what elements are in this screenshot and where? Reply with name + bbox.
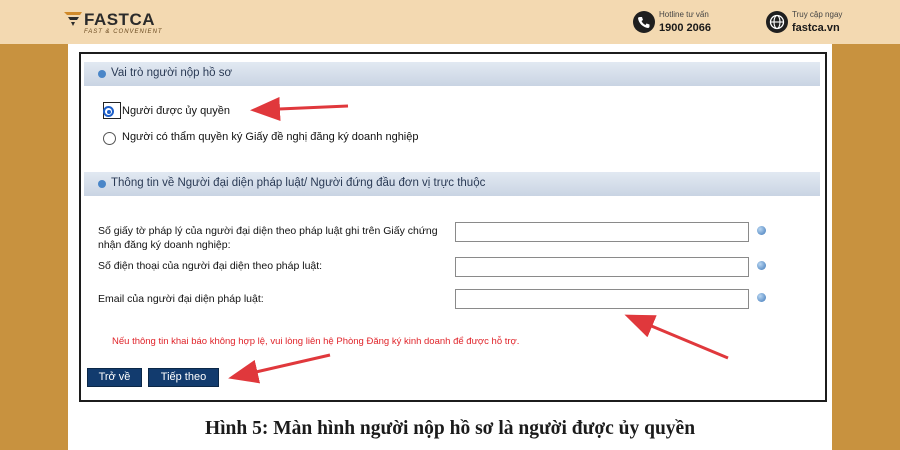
annotation-arrows [228,96,729,384]
arrow-to-next-button [228,353,331,384]
arrow-to-email-field [624,314,729,360]
arrow-to-authorized-option [250,96,349,121]
